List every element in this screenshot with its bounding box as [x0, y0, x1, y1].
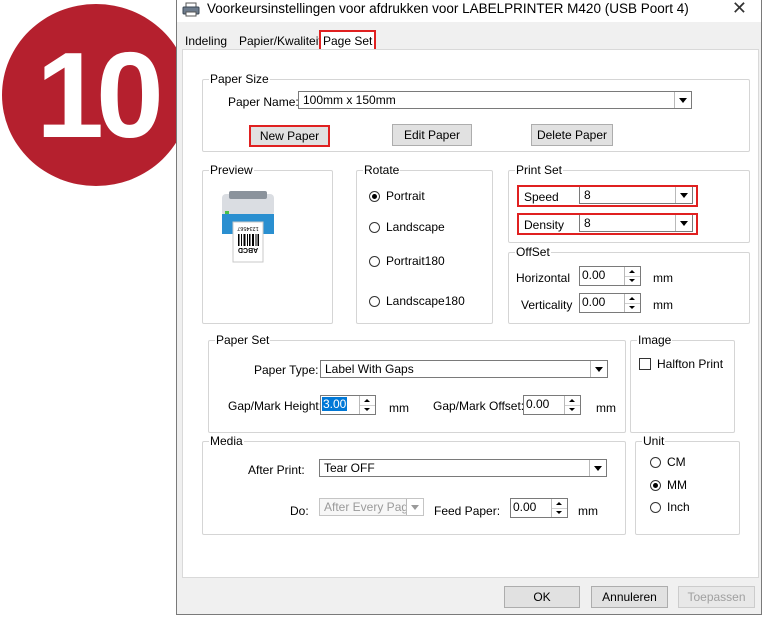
- unit-inch-label[interactable]: Inch: [667, 500, 690, 514]
- paper-size-group: Paper Size Paper Name: 100mm x 150mm New…: [202, 72, 750, 152]
- feed-paper-label: Feed Paper:: [434, 504, 501, 518]
- spin-down-icon[interactable]: [624, 303, 640, 312]
- new-paper-button[interactable]: New Paper: [249, 125, 330, 147]
- paper-name-select[interactable]: 100mm x 150mm: [298, 91, 692, 109]
- gap-offset-spinner[interactable]: 0.00: [523, 395, 581, 415]
- offset-group: OffSet Horizontal 0.00 mm Verticality 0.…: [508, 245, 750, 324]
- do-label: Do:: [290, 504, 309, 518]
- printer-icon: [182, 2, 200, 17]
- media-legend: Media: [209, 434, 244, 448]
- image-group: Image Halfton Print: [630, 333, 735, 433]
- unit-mm-label[interactable]: MM: [667, 478, 687, 492]
- halftone-checkbox[interactable]: [639, 358, 651, 370]
- rotate-legend: Rotate: [363, 163, 401, 177]
- verticality-offset-spinner[interactable]: 0.00: [579, 293, 641, 313]
- gap-offset-label: Gap/Mark Offset:: [433, 399, 525, 413]
- do-select[interactable]: After Every Page: [319, 498, 424, 516]
- spin-down-icon[interactable]: [564, 405, 580, 414]
- tab-indeling[interactable]: Indeling: [183, 32, 229, 50]
- verticality-label: Verticality: [521, 298, 573, 312]
- gap-height-unit: mm: [389, 401, 409, 415]
- gap-height-label: Gap/Mark Height:: [228, 399, 323, 413]
- paper-type-label: Paper Type:: [254, 363, 319, 377]
- spin-down-icon[interactable]: [624, 276, 640, 285]
- chevron-down-icon: [590, 361, 607, 377]
- horizontal-label: Horizontal: [516, 271, 571, 285]
- after-print-select[interactable]: Tear OFF: [319, 459, 607, 477]
- do-value: After Every Page: [324, 500, 415, 514]
- unit-cm-radio[interactable]: [650, 457, 661, 468]
- gap-offset-value: 0.00: [526, 397, 550, 411]
- spin-down-icon[interactable]: [551, 508, 567, 517]
- close-icon[interactable]: ✕: [732, 0, 747, 19]
- feed-paper-spinner[interactable]: 0.00: [510, 498, 568, 518]
- tab-papier-kwaliteit[interactable]: Papier/Kwaliteit: [237, 32, 324, 50]
- label-preview-image: 1234567 ABCD: [222, 191, 274, 263]
- rotate-portrait-radio[interactable]: [369, 191, 380, 202]
- unit-group: Unit CM MM Inch: [635, 434, 740, 535]
- verticality-unit: mm: [653, 298, 673, 312]
- rotate-portrait180-label[interactable]: Portrait180: [386, 254, 445, 268]
- offset-legend: OffSet: [515, 245, 551, 259]
- paper-type-select[interactable]: Label With Gaps: [320, 360, 608, 378]
- title-bar: Voorkeursinstellingen voor afdrukken voo…: [177, 0, 761, 22]
- chevron-down-icon: [674, 92, 691, 108]
- feed-paper-value: 0.00: [513, 500, 537, 514]
- unit-cm-label[interactable]: CM: [667, 455, 686, 469]
- paper-name-value: 100mm x 150mm: [303, 93, 396, 107]
- preview-group: Preview 1234567 ABCD: [202, 163, 333, 324]
- edit-paper-button[interactable]: Edit Paper: [392, 124, 472, 146]
- paper-set-group: Paper Set Paper Type: Label With Gaps Ga…: [208, 333, 626, 433]
- rotate-group: Rotate Portrait Landscape Portrait180 La…: [356, 163, 493, 324]
- chevron-down-icon: [589, 460, 606, 476]
- after-print-value: Tear OFF: [324, 461, 375, 475]
- rotate-portrait-label[interactable]: Portrait: [386, 189, 425, 203]
- cancel-button[interactable]: Annuleren: [591, 586, 668, 608]
- feed-paper-unit: mm: [578, 504, 598, 518]
- apply-button[interactable]: Toepassen: [678, 586, 755, 608]
- media-group: Media After Print: Tear OFF Do: After Ev…: [202, 434, 626, 535]
- page-set-panel: Paper Size Paper Name: 100mm x 150mm New…: [182, 49, 759, 578]
- step-number-badge: 10: [2, 4, 190, 186]
- unit-mm-radio[interactable]: [650, 480, 661, 491]
- paper-size-legend: Paper Size: [209, 72, 270, 86]
- image-legend: Image: [637, 333, 673, 347]
- rotate-landscape180-label[interactable]: Landscape180: [386, 294, 465, 308]
- halftone-label[interactable]: Halfton Print: [657, 357, 723, 371]
- spin-down-icon[interactable]: [359, 405, 375, 414]
- verticality-offset-value: 0.00: [582, 295, 606, 309]
- unit-inch-radio[interactable]: [650, 502, 661, 513]
- rotate-portrait180-radio[interactable]: [369, 256, 380, 267]
- print-preferences-dialog: Voorkeursinstellingen voor afdrukken voo…: [176, 0, 762, 615]
- unit-legend: Unit: [642, 434, 666, 448]
- gap-height-spinner[interactable]: 3.00: [320, 395, 376, 415]
- window-title: Voorkeursinstellingen voor afdrukken voo…: [207, 1, 689, 16]
- rotate-landscape180-radio[interactable]: [369, 296, 380, 307]
- chevron-down-icon: [406, 499, 423, 515]
- horizontal-offset-value: 0.00: [582, 268, 606, 282]
- after-print-label: After Print:: [248, 463, 305, 477]
- print-set-legend: Print Set: [515, 163, 564, 177]
- paper-set-legend: Paper Set: [215, 333, 271, 347]
- paper-name-label: Paper Name:: [228, 95, 299, 109]
- horizontal-offset-spinner[interactable]: 0.00: [579, 266, 641, 286]
- rotate-landscape-label[interactable]: Landscape: [386, 220, 445, 234]
- ok-button[interactable]: OK: [504, 586, 580, 608]
- density-highlight: [517, 213, 698, 235]
- gap-offset-unit: mm: [596, 401, 616, 415]
- preview-label-text-2: ABCD: [238, 246, 258, 253]
- horizontal-unit: mm: [653, 271, 673, 285]
- delete-paper-button[interactable]: Delete Paper: [531, 124, 613, 146]
- speed-highlight: [517, 185, 698, 207]
- preview-legend: Preview: [209, 163, 254, 177]
- preview-label-text-1: 1234567: [237, 225, 258, 231]
- paper-type-value: Label With Gaps: [325, 362, 414, 376]
- gap-height-value: 3.00: [322, 397, 348, 411]
- rotate-landscape-radio[interactable]: [369, 222, 380, 233]
